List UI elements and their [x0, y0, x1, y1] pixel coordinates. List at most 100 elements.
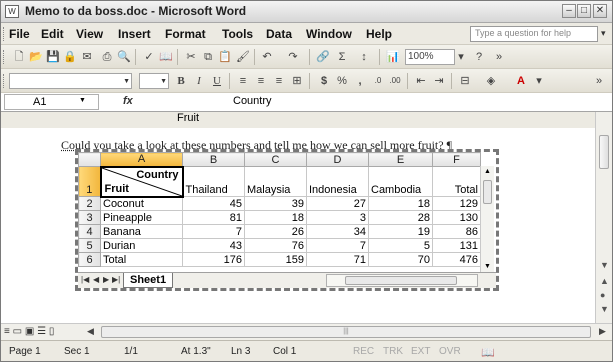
row-header[interactable]: 4: [78, 224, 101, 239]
formula-value-line2[interactable]: Fruit: [177, 112, 199, 124]
next-sheet-icon[interactable]: ▶: [103, 275, 109, 284]
chevron-down-icon[interactable]: ▾: [601, 28, 606, 39]
column-header-a[interactable]: A: [100, 152, 183, 167]
data-cell[interactable]: 70: [368, 252, 433, 267]
status-rec[interactable]: REC: [353, 346, 374, 357]
document-area[interactable]: Could you take a look at these numbers a…: [1, 128, 595, 323]
data-cell[interactable]: 45: [182, 196, 245, 211]
merge-center-icon[interactable]: ⊞: [289, 73, 305, 89]
status-trk[interactable]: TRK: [383, 346, 403, 357]
increase-decimal-icon[interactable]: .0: [370, 73, 386, 89]
row-header[interactable]: 3: [78, 210, 101, 225]
status-ovr[interactable]: OVR: [439, 346, 461, 357]
normal-view-icon[interactable]: ≡: [4, 326, 10, 337]
data-cell[interactable]: 131: [432, 238, 481, 253]
currency-button[interactable]: $: [316, 73, 332, 89]
toolbar-grip[interactable]: [3, 50, 6, 64]
toolbar-options-icon[interactable]: »: [591, 73, 607, 89]
sheet-vertical-scrollbar[interactable]: ▲ ▼: [480, 166, 494, 272]
data-cell[interactable]: 34: [306, 224, 369, 239]
data-cell[interactable]: 176: [182, 252, 245, 267]
select-browse-object-icon[interactable]: ●: [600, 290, 605, 300]
scroll-thumb[interactable]: |||: [101, 326, 591, 338]
data-cell[interactable]: 129: [432, 196, 481, 211]
data-cell[interactable]: 159: [244, 252, 307, 267]
comma-button[interactable]: ,: [352, 73, 368, 89]
header-cell[interactable]: Total: [432, 166, 481, 197]
save-icon[interactable]: 💾: [45, 49, 61, 65]
data-cell[interactable]: 71: [306, 252, 369, 267]
hyperlink-icon[interactable]: 🔗: [315, 49, 331, 65]
diagonal-header-cell[interactable]: Country Fruit: [99, 165, 184, 198]
last-sheet-icon[interactable]: ▶|: [112, 275, 120, 284]
first-sheet-icon[interactable]: |◀: [81, 275, 89, 284]
fill-color-icon[interactable]: ◈: [483, 73, 499, 89]
horizontal-scrollbar[interactable]: |||: [97, 326, 595, 338]
embedded-worksheet[interactable]: A B C D E F 1 Country Fruit Thailand Mal…: [75, 149, 499, 291]
percent-button[interactable]: %: [334, 73, 350, 89]
menu-window[interactable]: Window: [306, 27, 352, 41]
help-search-input[interactable]: Type a question for help: [470, 26, 598, 42]
word-doc-icon[interactable]: W: [5, 5, 19, 18]
undo-icon[interactable]: ↶: [259, 49, 275, 65]
print-icon[interactable]: ⎙: [99, 49, 115, 65]
row-label-cell[interactable]: Pineapple: [100, 210, 183, 225]
data-cell[interactable]: 5: [368, 238, 433, 253]
copy-icon[interactable]: ⧉: [200, 49, 216, 65]
web-layout-view-icon[interactable]: ▭: [13, 326, 22, 337]
decrease-decimal-icon[interactable]: .00: [387, 73, 403, 89]
previous-sheet-icon[interactable]: ◀: [93, 275, 99, 284]
outline-view-icon[interactable]: ☰: [37, 326, 46, 337]
data-cell[interactable]: 7: [182, 224, 245, 239]
align-center-icon[interactable]: ≡: [253, 73, 269, 89]
chart-wizard-icon[interactable]: 📊: [385, 49, 401, 65]
scroll-thumb[interactable]: [599, 135, 609, 169]
underline-button[interactable]: U: [209, 73, 225, 89]
paste-icon[interactable]: 📋: [217, 49, 233, 65]
borders-icon[interactable]: ⊟: [457, 73, 473, 89]
autosum-icon[interactable]: Σ: [334, 49, 350, 65]
maximize-button[interactable]: □: [577, 4, 591, 18]
sheet-horizontal-scrollbar[interactable]: [326, 274, 478, 287]
row-header[interactable]: 1: [78, 166, 101, 197]
spelling-status-icon[interactable]: 📖: [481, 346, 495, 359]
status-ext[interactable]: EXT: [411, 346, 430, 357]
align-left-icon[interactable]: ≡: [235, 73, 251, 89]
minimize-button[interactable]: –: [562, 4, 576, 18]
scroll-thumb[interactable]: [345, 276, 457, 285]
data-cell[interactable]: 18: [244, 210, 307, 225]
header-cell[interactable]: Thailand: [182, 166, 245, 197]
increase-indent-icon[interactable]: ⇥: [431, 73, 447, 89]
column-header-f[interactable]: F: [432, 152, 481, 167]
scroll-down-icon[interactable]: ▼: [484, 263, 491, 270]
data-cell[interactable]: 3: [306, 210, 369, 225]
toolbar-options-icon[interactable]: »: [491, 49, 507, 65]
menu-tools[interactable]: Tools: [222, 27, 253, 41]
data-cell[interactable]: 19: [368, 224, 433, 239]
print-layout-view-icon[interactable]: ▣: [25, 326, 34, 337]
data-cell[interactable]: 7: [306, 238, 369, 253]
data-cell[interactable]: 28: [368, 210, 433, 225]
insert-function-icon[interactable]: fx: [123, 95, 133, 107]
next-page-icon[interactable]: ▼: [600, 304, 609, 314]
row-label-cell[interactable]: Coconut: [100, 196, 183, 211]
help-icon[interactable]: ?: [471, 49, 487, 65]
decrease-indent-icon[interactable]: ⇤: [413, 73, 429, 89]
scroll-thumb[interactable]: [483, 180, 492, 204]
bold-button[interactable]: B: [173, 73, 189, 89]
align-right-icon[interactable]: ≡: [271, 73, 287, 89]
close-button[interactable]: ✕: [593, 4, 607, 18]
font-name-select[interactable]: ▼: [9, 73, 132, 89]
chevron-down-icon[interactable]: ▼: [79, 97, 86, 104]
row-label-cell[interactable]: Durian: [100, 238, 183, 253]
data-cell[interactable]: 81: [182, 210, 245, 225]
open-folder-icon[interactable]: 📂: [28, 49, 44, 65]
row-header[interactable]: 5: [78, 238, 101, 253]
reading-layout-icon[interactable]: ▯: [49, 326, 55, 337]
header-cell[interactable]: Indonesia: [306, 166, 369, 197]
column-header-b[interactable]: B: [182, 152, 245, 167]
column-header-c[interactable]: C: [244, 152, 307, 167]
print-preview-icon[interactable]: 🔍: [116, 49, 132, 65]
permission-icon[interactable]: 🔒: [62, 49, 78, 65]
menu-data[interactable]: Data: [266, 27, 292, 41]
